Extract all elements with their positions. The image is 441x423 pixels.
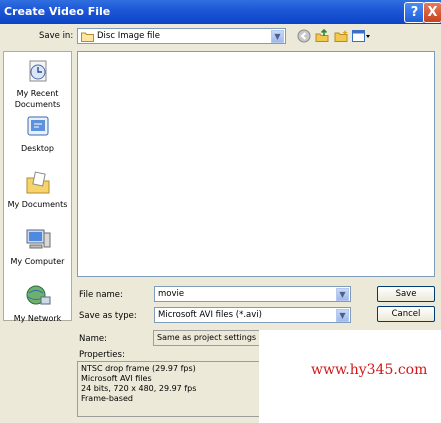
place-my-documents[interactable]: My Documents — [4, 170, 71, 210]
place-my-computer[interactable]: My Computer — [4, 227, 71, 267]
recent-documents-icon — [29, 60, 46, 82]
place-label: Desktop — [21, 144, 54, 153]
save-as-type-value: Microsoft AVI files (*.avi) — [158, 310, 262, 320]
properties-line: Frame-based — [81, 394, 133, 403]
chevron-down-icon[interactable]: ▼ — [336, 288, 349, 301]
save-as-type-label: Save as type: — [79, 311, 137, 321]
place-label: My Network — [13, 314, 62, 323]
desktop-icon — [27, 116, 48, 136]
save-in-value: Disc Image file — [97, 31, 160, 41]
save-button[interactable]: Save — [377, 286, 435, 302]
place-label-line2: Documents — [14, 100, 61, 109]
close-button[interactable]: X — [423, 2, 441, 23]
cancel-button[interactable]: Cancel — [377, 306, 435, 322]
save-in-label: Save in: — [39, 31, 74, 41]
place-desktop[interactable]: Desktop — [4, 114, 71, 154]
up-folder-icon[interactable] — [315, 29, 329, 43]
help-button[interactable]: ? — [404, 2, 425, 23]
chevron-down-icon[interactable]: ▼ — [271, 30, 284, 43]
properties-label: Properties: — [79, 350, 125, 360]
title-bar[interactable]: Create Video File ? X — [0, 0, 441, 24]
computer-icon — [26, 229, 50, 249]
file-name-value: movie — [158, 289, 185, 299]
folder-icon — [81, 32, 94, 42]
place-my-network[interactable]: My Network — [4, 284, 71, 324]
documents-folder-icon — [26, 171, 49, 194]
view-menu-icon[interactable] — [352, 29, 371, 43]
properties-line: 24 bits, 720 x 480, 29.97 fps — [81, 384, 197, 393]
chevron-down-icon[interactable]: ▼ — [336, 309, 349, 322]
back-icon[interactable] — [297, 29, 311, 43]
watermark-text: www.hy345.com — [311, 362, 428, 378]
network-icon — [26, 285, 50, 305]
properties-line: NTSC drop frame (29.97 fps) — [81, 364, 196, 373]
save-in-dropdown[interactable]: Disc Image file ▼ — [77, 28, 286, 44]
file-name-input[interactable]: movie ▼ — [154, 286, 351, 302]
place-label: My Recent — [16, 89, 59, 98]
places-bar: My Recent Documents Desktop My Documents… — [3, 51, 72, 324]
create-video-file-dialog: Create Video File ? X Save in: Disc Imag… — [0, 0, 441, 423]
new-folder-icon[interactable] — [334, 29, 348, 43]
window-title: Create Video File — [4, 5, 111, 18]
place-label: My Computer — [10, 257, 65, 266]
file-list[interactable] — [77, 51, 435, 277]
name-label: Name: — [79, 334, 107, 344]
file-name-label: File name: — [79, 290, 123, 300]
name-template-field[interactable]: Same as project settings — [153, 330, 273, 346]
place-label: My Documents — [7, 200, 68, 209]
save-as-type-dropdown[interactable]: Microsoft AVI files (*.avi) ▼ — [154, 307, 351, 323]
properties-line: Microsoft AVI files — [81, 374, 152, 383]
properties-box: NTSC drop frame (29.97 fps) Microsoft AV… — [77, 361, 273, 417]
place-my-recent-documents[interactable]: My Recent Documents — [4, 59, 71, 110]
name-value: Same as project settings — [157, 333, 257, 342]
